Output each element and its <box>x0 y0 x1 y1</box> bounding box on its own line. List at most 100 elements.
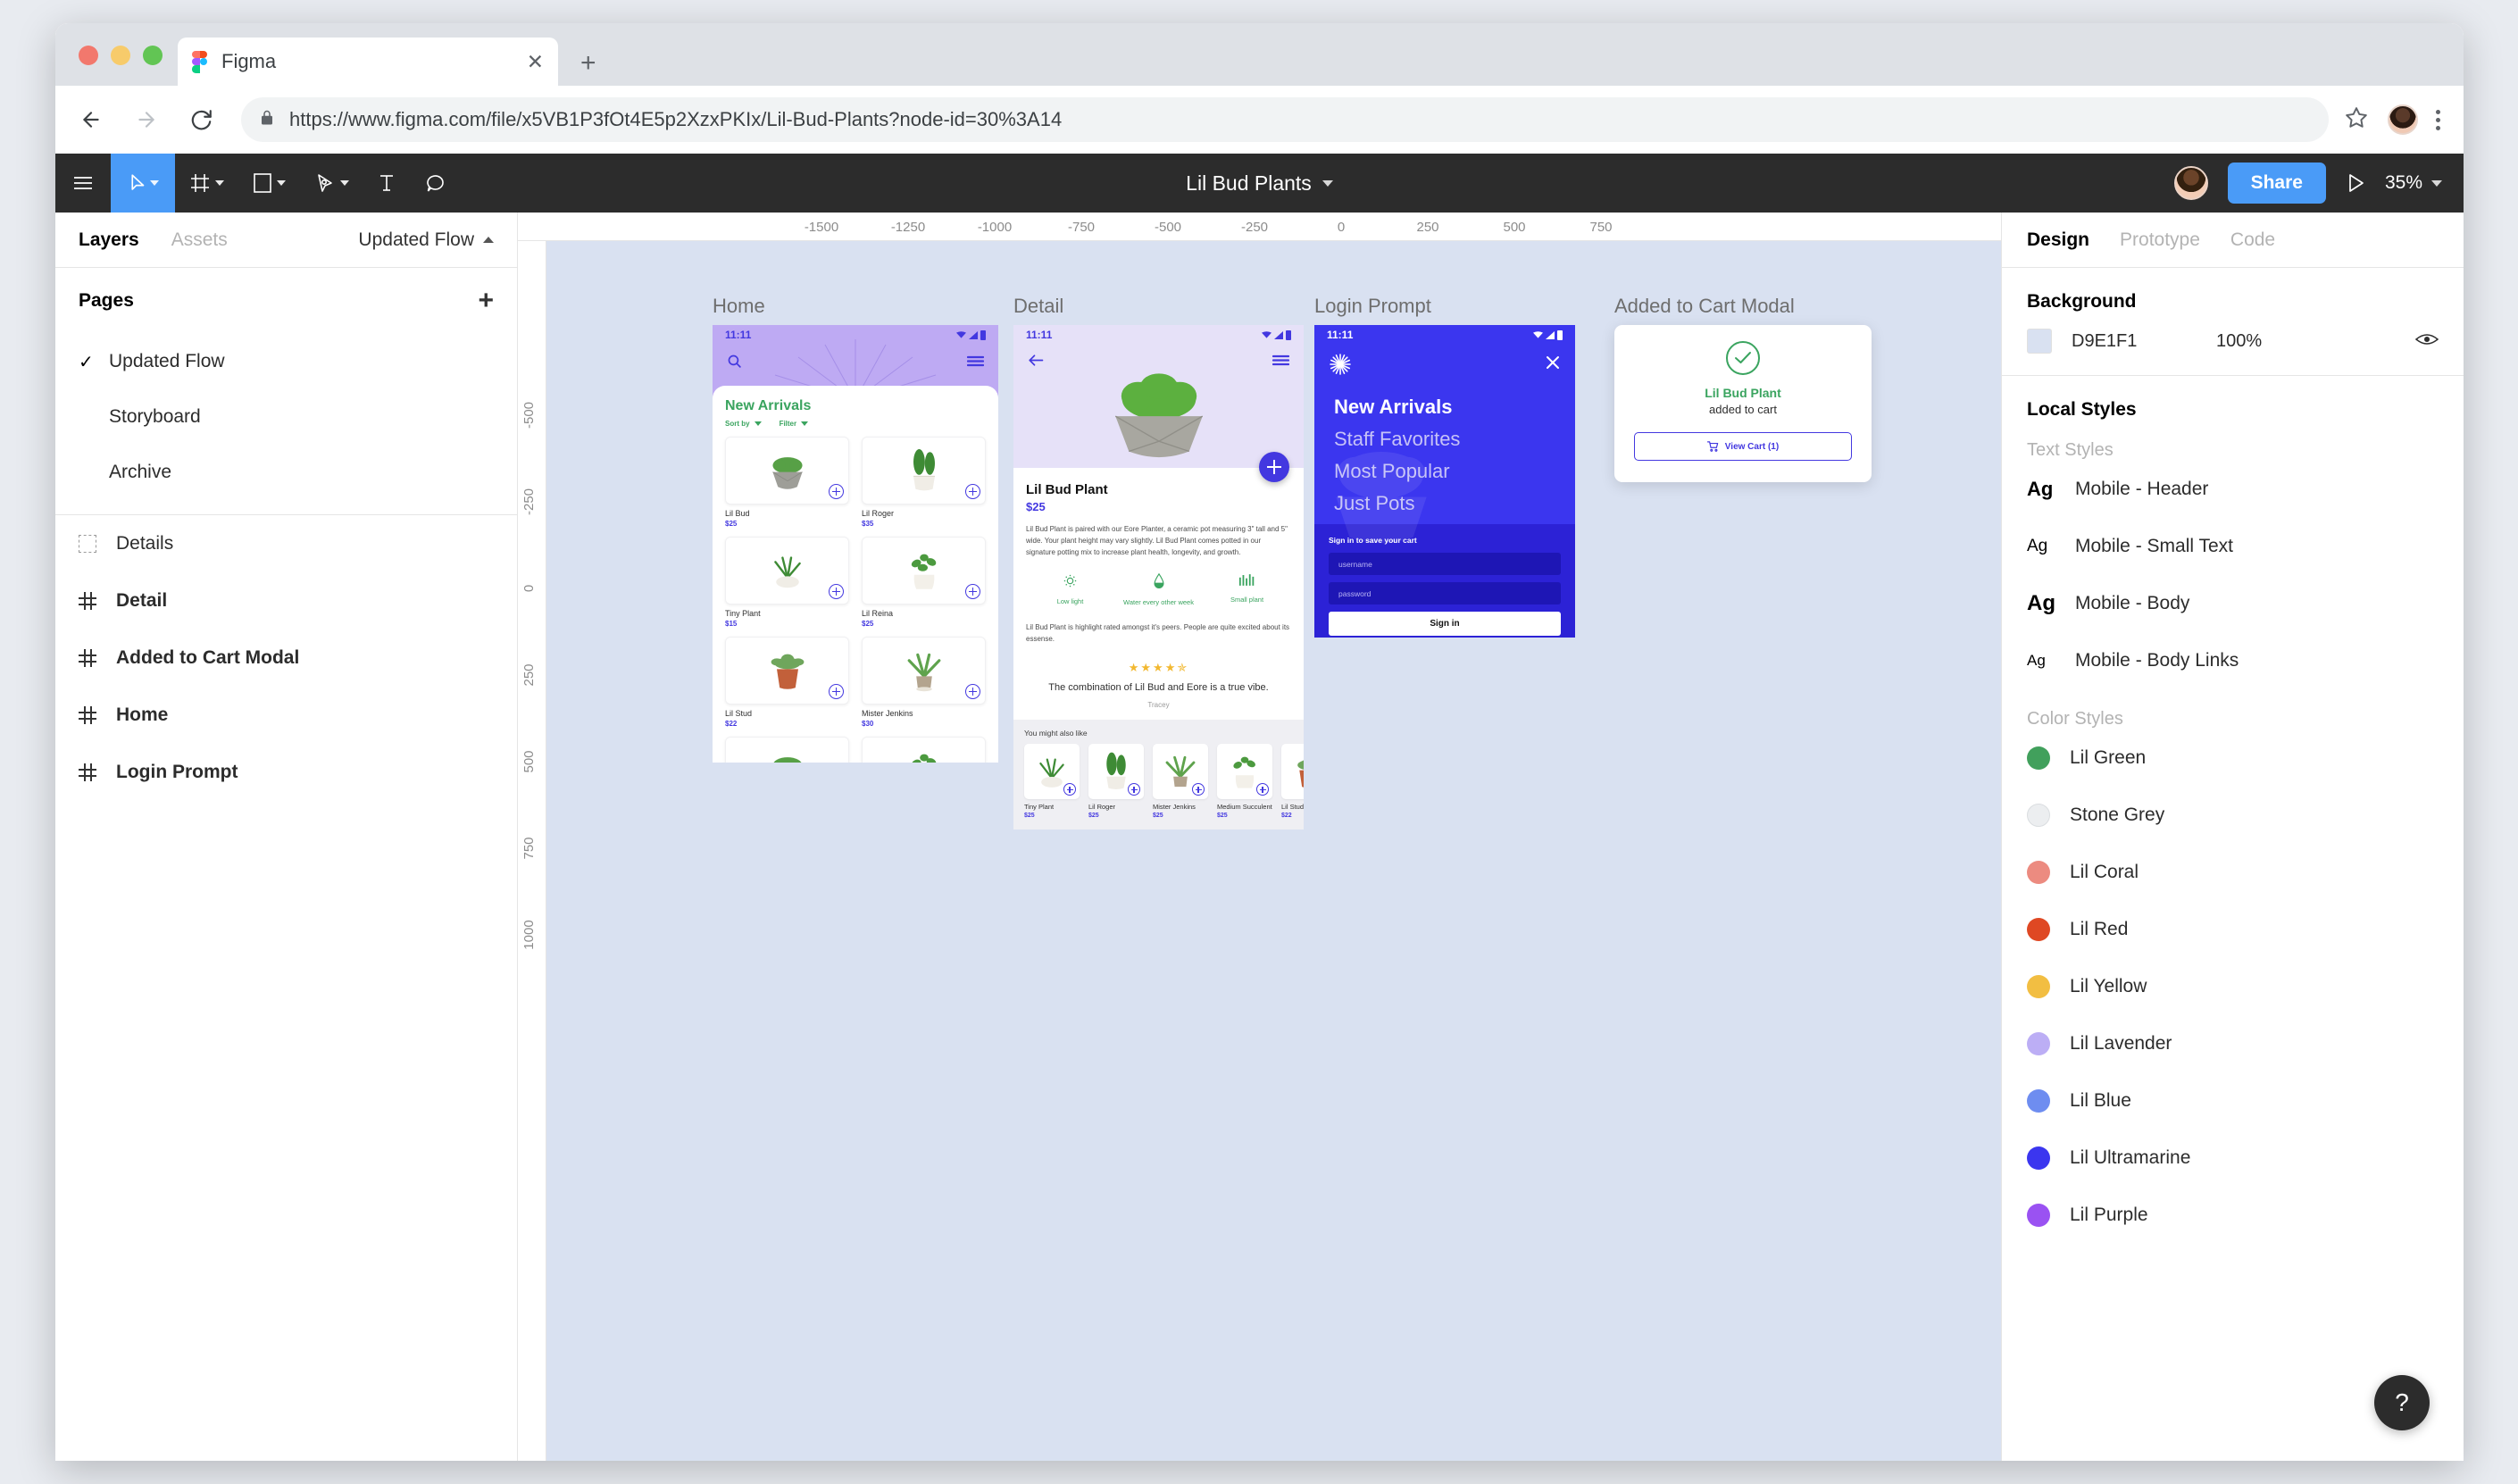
product-card[interactable]: Lil Bud $25 <box>725 437 849 528</box>
page-item-updated-flow[interactable]: ✓ Updated Flow <box>55 334 517 389</box>
text-style-mobile-body[interactable]: Ag Mobile - Body <box>2002 575 2464 632</box>
add-to-cart-button[interactable] <box>1256 783 1269 796</box>
color-style-lil-lavender[interactable]: Lil Lavender <box>2002 1015 2464 1072</box>
recommendation-card[interactable]: Tiny Plant $25 <box>1024 744 1080 819</box>
menu-item-new-arrivals[interactable]: New Arrivals <box>1334 396 1555 419</box>
pen-tool[interactable] <box>300 154 363 213</box>
tab-layers[interactable]: Layers <box>79 229 139 251</box>
color-style-stone-grey[interactable]: Stone Grey <box>2002 787 2464 844</box>
color-style-lil-ultramarine[interactable]: Lil Ultramarine <box>2002 1130 2464 1187</box>
window-minimize-button[interactable] <box>111 46 130 65</box>
add-to-cart-fab[interactable] <box>1259 452 1289 482</box>
color-style-lil-purple[interactable]: Lil Purple <box>2002 1187 2464 1244</box>
help-button[interactable]: ? <box>2374 1375 2430 1430</box>
product-card[interactable]: Lil Buddy $25 <box>725 737 849 763</box>
frame-detail[interactable]: Detail 11:11 Lil Bud Plant $25 Lil Bud P… <box>1013 295 1304 830</box>
filter-dropdown[interactable]: Filter <box>780 420 809 428</box>
tab-design[interactable]: Design <box>2027 229 2089 251</box>
share-button[interactable]: Share <box>2227 163 2326 204</box>
new-tab-button[interactable]: + <box>580 50 596 77</box>
chevron-down-icon[interactable] <box>215 180 224 186</box>
frame-login-prompt[interactable]: Login Prompt 11:11 New Arrivals Staff Fa… <box>1314 295 1575 638</box>
color-style-lil-blue[interactable]: Lil Blue <box>2002 1072 2464 1130</box>
chevron-down-icon[interactable] <box>340 180 349 186</box>
recommendation-card[interactable]: Medium Succulent $25 <box>1217 744 1272 819</box>
page-item-archive[interactable]: Archive <box>55 445 517 500</box>
layer-item-details[interactable]: Details <box>55 515 517 572</box>
window-maximize-button[interactable] <box>143 46 163 65</box>
frame-label[interactable]: Home <box>713 295 998 318</box>
window-close-button[interactable] <box>79 46 98 65</box>
product-card[interactable]: Lil Roger $35 <box>862 437 986 528</box>
hamburger-menu-icon[interactable] <box>55 154 111 213</box>
layer-item-login-prompt[interactable]: Login Prompt <box>55 744 517 801</box>
browser-tab[interactable]: Figma ✕ <box>178 38 558 86</box>
add-to-cart-button[interactable] <box>965 684 980 699</box>
layer-item-detail[interactable]: Detail <box>55 572 517 629</box>
url-input[interactable]: https://www.figma.com/file/x5VB1P3fOt4E5… <box>241 97 2329 142</box>
view-cart-button[interactable]: View Cart (1) <box>1634 432 1852 461</box>
rectangle-tool[interactable] <box>238 154 300 213</box>
frame-tool[interactable] <box>175 154 238 213</box>
tab-code[interactable]: Code <box>2230 229 2275 251</box>
avatar[interactable] <box>2173 166 2208 200</box>
color-style-lil-coral[interactable]: Lil Coral <box>2002 844 2464 901</box>
reload-icon[interactable] <box>182 100 221 139</box>
background-color-swatch[interactable] <box>2027 329 2052 354</box>
comment-tool[interactable] <box>410 154 460 213</box>
recommendation-card[interactable]: Mister Jenkins $25 <box>1153 744 1208 819</box>
added-to-cart-modal[interactable]: Lil Bud Plant added to cart View Cart (1… <box>1614 325 1872 482</box>
chevron-down-icon[interactable] <box>277 180 286 186</box>
layer-item-added-to-cart-modal[interactable]: Added to Cart Modal <box>55 629 517 687</box>
canvas-area[interactable]: -1500 -1250 -1000 -750 -500 -250 0 250 5… <box>518 213 2001 1461</box>
add-to-cart-button[interactable] <box>829 684 844 699</box>
detail-screen[interactable]: 11:11 Lil Bud Plant $25 Lil Bud Plant is… <box>1013 325 1304 830</box>
add-to-cart-button[interactable] <box>829 584 844 599</box>
tab-prototype[interactable]: Prototype <box>2120 229 2200 251</box>
sort-by-dropdown[interactable]: Sort by <box>725 420 762 428</box>
color-style-lil-red[interactable]: Lil Red <box>2002 901 2464 958</box>
add-to-cart-button[interactable] <box>965 584 980 599</box>
chevron-down-icon[interactable] <box>1322 179 1333 187</box>
layer-item-home[interactable]: Home <box>55 687 517 744</box>
eye-icon[interactable] <box>2414 331 2439 352</box>
recommendation-card[interactable]: Lil Roger $25 <box>1088 744 1144 819</box>
home-screen[interactable]: 11:11 New Arrivals Sort by Filter Lil Bu… <box>713 325 998 763</box>
close-x-icon[interactable] <box>1545 354 1561 375</box>
recommendations-row[interactable]: Tiny Plant $25 Lil Roger $25 Mister Jenk… <box>1024 744 1304 819</box>
product-card[interactable]: Lil Stud $22 <box>725 637 849 728</box>
close-icon[interactable]: ✕ <box>527 51 544 72</box>
product-card[interactable]: Tiny Plant $15 <box>725 537 849 628</box>
password-input[interactable]: password <box>1329 582 1561 604</box>
add-to-cart-button[interactable] <box>1063 783 1076 796</box>
frame-added-to-cart-modal[interactable]: Added to Cart Modal Lil Bud Plant added … <box>1614 295 1872 482</box>
background-opacity-value[interactable]: 100% <box>2216 331 2262 352</box>
back-arrow-icon[interactable] <box>71 100 111 139</box>
tab-assets[interactable]: Assets <box>171 229 228 251</box>
frame-label[interactable]: Login Prompt <box>1314 295 1575 318</box>
text-style-mobile-small-text[interactable]: Ag Mobile - Small Text <box>2002 518 2464 575</box>
color-style-lil-yellow[interactable]: Lil Yellow <box>2002 958 2464 1015</box>
text-style-mobile-header[interactable]: Ag Mobile - Header <box>2002 461 2464 518</box>
frame-label[interactable]: Detail <box>1013 295 1304 318</box>
hamburger-menu-icon[interactable] <box>966 355 985 371</box>
sign-in-button[interactable]: Sign in <box>1329 612 1561 636</box>
cursor-icon[interactable] <box>111 154 175 213</box>
add-to-cart-button[interactable] <box>1128 783 1140 796</box>
add-to-cart-button[interactable] <box>1192 783 1205 796</box>
zoom-control[interactable]: 35% <box>2385 172 2442 194</box>
figma-canvas[interactable]: Home 11:11 New Arrivals Sort by Filter L… <box>546 241 2001 1461</box>
frame-home[interactable]: Home 11:11 New Arrivals Sort by Filter L… <box>713 295 998 763</box>
recommendation-card[interactable]: Lil Stud $22 <box>1281 744 1304 819</box>
frame-label[interactable]: Added to Cart Modal <box>1614 295 1872 318</box>
page-item-storyboard[interactable]: Storyboard <box>55 389 517 445</box>
chevron-down-icon[interactable] <box>149 180 159 186</box>
play-triangle-icon[interactable] <box>2346 172 2365 194</box>
hamburger-menu-icon[interactable] <box>1272 354 1290 371</box>
product-card[interactable]: Missus Bloom $25 <box>862 737 986 763</box>
product-card[interactable]: Mister Jenkins $30 <box>862 637 986 728</box>
forward-arrow-icon[interactable] <box>127 100 166 139</box>
color-style-lil-green[interactable]: Lil Green <box>2002 729 2464 787</box>
page-title[interactable]: Lil Bud Plants <box>1186 171 1312 196</box>
text-style-mobile-body-links[interactable]: Ag Mobile - Body Links <box>2002 632 2464 689</box>
